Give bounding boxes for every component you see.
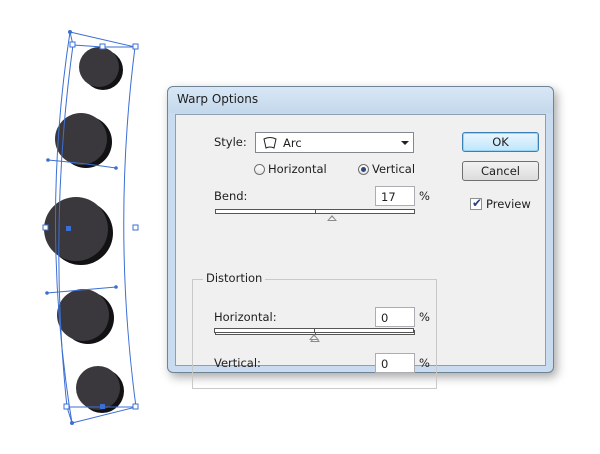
circle bbox=[79, 47, 119, 87]
chevron-down-icon bbox=[401, 141, 409, 145]
bend-slider-center-mark bbox=[315, 209, 316, 214]
distortion-vertical-input[interactable]: 0 bbox=[375, 353, 415, 373]
vertical-radio-label[interactable]: Vertical bbox=[372, 162, 415, 176]
bend-label: Bend: bbox=[214, 189, 248, 203]
distortion-group-label: Distortion bbox=[203, 271, 266, 285]
selected-handle[interactable] bbox=[100, 404, 105, 409]
dialog-title: Warp Options bbox=[177, 92, 259, 106]
preview-checkbox[interactable]: ✔ bbox=[470, 196, 483, 210]
arc-style-icon bbox=[263, 137, 277, 149]
distortion-vertical-unit: % bbox=[419, 356, 430, 370]
dialog-titlebar[interactable]: Warp Options bbox=[168, 87, 553, 113]
circle bbox=[44, 197, 108, 261]
style-label: Style: bbox=[214, 135, 247, 149]
horizontal-radio[interactable] bbox=[254, 164, 265, 175]
style-dropdown[interactable]: Arc bbox=[255, 132, 414, 153]
preview-checkbox-label[interactable]: Preview bbox=[486, 197, 531, 211]
distortion-horizontal-unit: % bbox=[419, 310, 430, 324]
distortion-vertical-slider-center-mark bbox=[314, 328, 315, 333]
distortion-horizontal-label: Horizontal: bbox=[214, 310, 277, 324]
bend-slider-thumb[interactable] bbox=[327, 215, 337, 221]
distortion-horizontal-input[interactable]: 0 bbox=[375, 307, 415, 327]
distortion-vertical-label: Vertical: bbox=[214, 356, 261, 370]
vertical-radio[interactable] bbox=[358, 164, 369, 175]
bend-unit: % bbox=[419, 189, 430, 203]
distortion-vertical-slider-thumb[interactable] bbox=[309, 334, 319, 340]
circle bbox=[76, 366, 120, 410]
horizontal-radio-label[interactable]: Horizontal bbox=[268, 162, 327, 176]
style-value: Arc bbox=[283, 136, 302, 150]
checkmark-icon: ✔ bbox=[472, 196, 483, 210]
center-handle[interactable] bbox=[66, 226, 71, 231]
cancel-button[interactable]: Cancel bbox=[462, 161, 539, 181]
bend-input[interactable]: 17 bbox=[375, 186, 415, 206]
ok-button[interactable]: OK bbox=[462, 132, 539, 152]
circle bbox=[57, 289, 109, 341]
